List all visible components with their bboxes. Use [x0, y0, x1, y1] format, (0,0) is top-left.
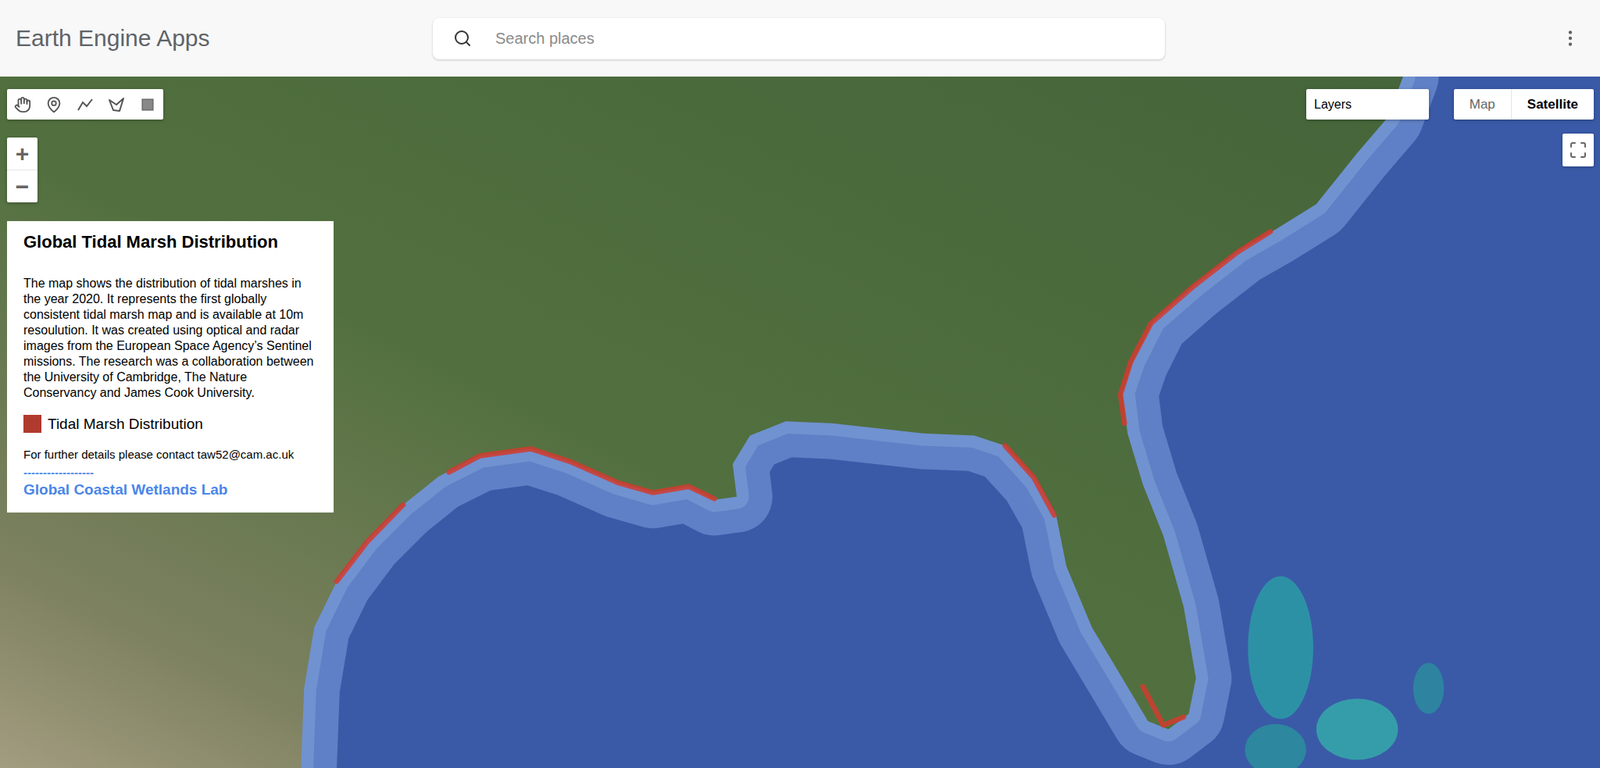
polygon-tool[interactable] — [100, 89, 133, 120]
fullscreen-icon — [1568, 140, 1588, 160]
panel-title: Global Tidal Marsh Distribution — [23, 230, 318, 254]
map-type-toggle: MapSatellite — [1453, 89, 1594, 120]
legend-label: Tidal Marsh Distribution — [47, 415, 204, 433]
contact-text: For further details please contact taw52… — [23, 446, 318, 463]
map-type-button[interactable]: Satellite — [1510, 89, 1594, 120]
page: Earth Engine Apps +− Global Tidal Marsh Di… — [0, 0, 1600, 768]
marker-tool[interactable] — [38, 89, 70, 120]
map-type-button[interactable]: Map — [1453, 89, 1511, 120]
map-area[interactable]: +− Global Tidal Marsh Distribution The map… — [0, 76, 1600, 768]
legend-row: Tidal Marsh Distribution — [23, 414, 318, 433]
fullscreen-button[interactable] — [1562, 133, 1594, 167]
search-input[interactable] — [493, 28, 1165, 49]
lab-link[interactable]: Global Coastal Wetlands Lab — [23, 479, 318, 500]
zoom-in-button[interactable]: + — [7, 137, 38, 171]
rectangle-tool[interactable] — [132, 89, 164, 120]
hand-icon — [14, 96, 32, 114]
line-tool[interactable] — [69, 89, 101, 120]
menu-button[interactable] — [1556, 24, 1585, 53]
pin-icon — [45, 96, 63, 114]
layers-dropdown[interactable]: Layers — [1306, 89, 1429, 120]
rectangle-tool-icon — [139, 96, 157, 114]
search-box[interactable] — [432, 17, 1165, 60]
line-tool-icon — [76, 96, 94, 114]
zoom-out-button[interactable]: − — [7, 170, 38, 203]
search-icon — [453, 28, 472, 48]
zoom-control: +− — [7, 137, 38, 203]
more-vertical-icon — [1560, 28, 1581, 49]
polygon-tool-icon — [107, 96, 125, 114]
app-title[interactable]: Earth Engine Apps — [15, 25, 433, 52]
divider-text: ------------------ — [23, 465, 318, 480]
header: Earth Engine Apps — [0, 0, 1600, 77]
drawing-toolbar — [7, 89, 164, 120]
info-panel: Global Tidal Marsh Distribution The map s… — [7, 221, 334, 513]
pan-tool[interactable] — [7, 89, 39, 120]
panel-description: The map shows the distribution of tidal … — [23, 275, 318, 401]
legend-swatch — [23, 414, 42, 433]
